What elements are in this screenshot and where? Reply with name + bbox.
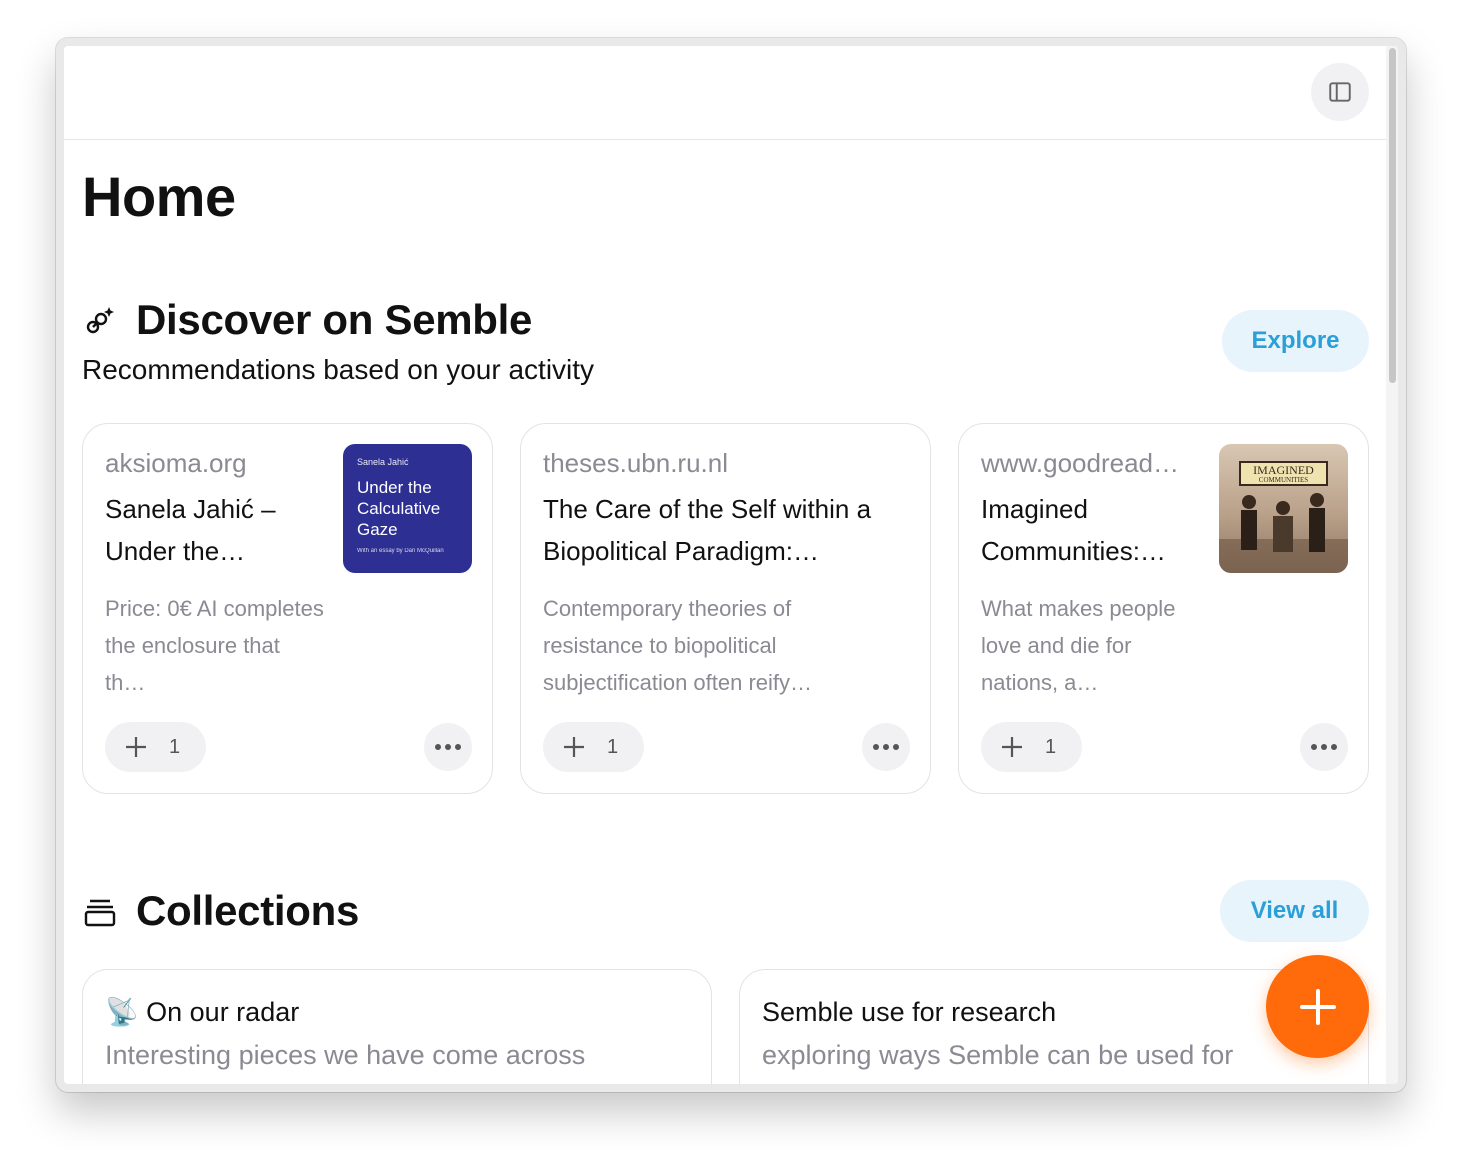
- discover-heading: Discover on Semble: [136, 296, 533, 343]
- vertical-scrollbar[interactable]: [1386, 46, 1398, 1084]
- cover-title: Under the Calculative Gaze: [357, 478, 441, 539]
- sidebar-toggle-button[interactable]: [1311, 63, 1369, 121]
- collection-title[interactable]: 📡 On our radar: [105, 995, 299, 1029]
- explore-button[interactable]: Explore: [1222, 310, 1369, 372]
- view-all-button[interactable]: View all: [1220, 880, 1369, 942]
- discover-subtitle: Recommendations based on your activity: [82, 354, 595, 385]
- ellipsis-icon: [435, 744, 461, 750]
- card-domain: theses.ubn.ru.nl: [543, 448, 729, 478]
- collection-title[interactable]: Semble use for research: [762, 995, 1056, 1029]
- add-to-collection-button[interactable]: 1: [981, 722, 1082, 772]
- plus-icon: [126, 737, 146, 757]
- add-to-collection-button[interactable]: 1: [105, 722, 206, 772]
- more-options-button[interactable]: [1300, 723, 1348, 771]
- ellipsis-icon: [1311, 744, 1337, 750]
- add-floating-button[interactable]: [1266, 955, 1369, 1058]
- collection-card[interactable]: 📡 On our radar Interesting pieces we hav…: [82, 969, 712, 1084]
- recommendation-card[interactable]: theses.ubn.ru.nl The Care of the Self wi…: [520, 423, 931, 794]
- recommendation-card[interactable]: www.goodread… Imagined Communities:… Wha…: [958, 423, 1369, 794]
- collection-description: Interesting pieces we have come across: [105, 1040, 586, 1070]
- collection-description: exploring ways Semble can be used for: [762, 1040, 1234, 1070]
- page-viewport: Home Discover on Semble Recommendations …: [64, 46, 1398, 1084]
- satellite-dish-icon: 📡: [105, 997, 139, 1027]
- card-title[interactable]: Sanela Jahić – Under the…: [105, 488, 315, 572]
- more-options-button[interactable]: [424, 723, 472, 771]
- collections-stack-icon: [84, 899, 116, 927]
- card-description: What makes people love and die for natio…: [981, 596, 1176, 695]
- browser-window: Home Discover on Semble Recommendations …: [56, 38, 1406, 1092]
- card-thumbnail: IMAGINED COMMUNITIES: [1219, 444, 1348, 573]
- more-options-button[interactable]: [862, 723, 910, 771]
- plus-icon: [1002, 737, 1022, 757]
- discover-header: Discover on Semble: [82, 294, 532, 346]
- scrollbar-thumb[interactable]: [1389, 48, 1396, 383]
- add-to-collection-button[interactable]: 1: [543, 722, 644, 772]
- card-title[interactable]: Imagined Communities:…: [981, 488, 1191, 572]
- cover-essay: With an essay by Dan McQuillan: [357, 548, 444, 554]
- save-count: 1: [169, 735, 181, 758]
- collections-header: Collections: [82, 885, 359, 937]
- card-description: Price: 0€ AI completes the enclosure tha…: [105, 596, 324, 695]
- card-title[interactable]: The Care of the Self within a Biopolitic…: [543, 488, 913, 572]
- card-description: Contemporary theories of resistance to b…: [543, 596, 813, 695]
- ellipsis-icon: [873, 744, 899, 750]
- top-bar: [64, 46, 1386, 140]
- cover-figures-illustration: [1219, 493, 1348, 573]
- card-thumbnail: Sanela Jahić Under the Calculative Gaze …: [343, 444, 472, 573]
- recommendation-card[interactable]: aksioma.org Sanela Jahić – Under the… Pr…: [82, 423, 493, 794]
- save-count: 1: [607, 735, 619, 758]
- cover-author: Sanela Jahić: [357, 457, 409, 467]
- collection-title-text: On our radar: [146, 997, 300, 1027]
- plus-icon: [564, 737, 584, 757]
- sidebar-panel-icon: [1329, 82, 1351, 102]
- card-domain: www.goodread…: [981, 448, 1179, 478]
- collections-heading: Collections: [136, 887, 360, 934]
- save-count: 1: [1045, 735, 1057, 758]
- page-title: Home: [82, 165, 236, 228]
- discover-icon: [86, 307, 114, 334]
- plus-icon: [1299, 988, 1336, 1025]
- card-domain: aksioma.org: [105, 448, 247, 478]
